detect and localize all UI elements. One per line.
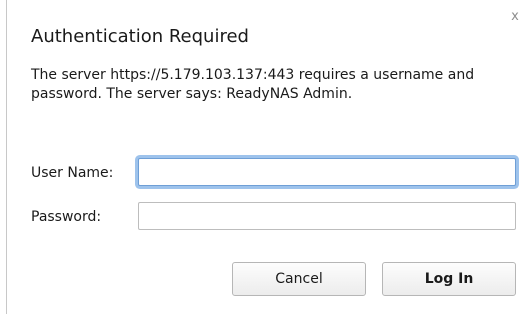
password-label: Password: [31, 209, 102, 225]
dialog-title: Authentication Required [31, 26, 249, 47]
log-in-button[interactable]: Log In [382, 262, 516, 296]
username-label: User Name: [31, 165, 114, 181]
cancel-button[interactable]: Cancel [232, 262, 366, 296]
dialog-message: The server https://5.179.103.137:443 req… [31, 67, 475, 102]
password-field[interactable] [138, 202, 516, 230]
authentication-dialog: x Authentication Required The server htt… [0, 0, 525, 314]
dialog-left-border [6, 0, 7, 314]
close-icon[interactable]: x [508, 10, 522, 24]
username-field[interactable] [138, 158, 516, 186]
